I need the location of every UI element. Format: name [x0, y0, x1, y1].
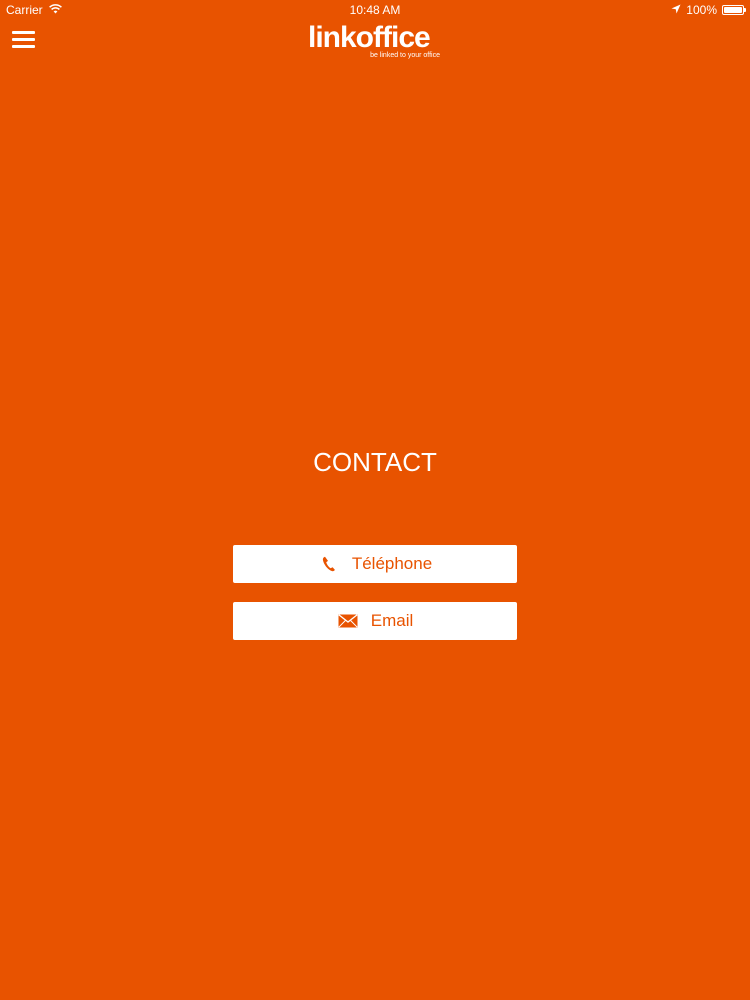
menu-bar-bottom — [12, 45, 35, 48]
page-title: CONTACT — [313, 447, 437, 477]
battery-fill — [724, 7, 742, 13]
telephone-button-label: Téléphone — [351, 554, 433, 573]
linkoffice-logo: linkoffice be linked to your office — [308, 20, 444, 64]
battery-percent: 100% — [686, 3, 717, 17]
hamburger-menu-icon[interactable] — [12, 29, 36, 51]
logo-tagline: be linked to your office — [370, 52, 440, 59]
telephone-button[interactable]: Téléphone — [233, 545, 517, 583]
phone-icon — [318, 555, 340, 573]
menu-bar-top — [12, 31, 35, 34]
envelope-icon — [337, 612, 359, 630]
status-right: 100% — [671, 3, 746, 17]
battery-icon — [722, 5, 746, 15]
status-time: 10:48 AM — [349, 3, 401, 17]
email-button[interactable]: Email — [233, 602, 517, 640]
email-button-label: Email — [370, 611, 414, 630]
status-bar: Carrier 10:48 AM 100% — [0, 0, 750, 20]
location-arrow-icon — [671, 3, 681, 17]
menu-bar-middle — [12, 38, 35, 41]
